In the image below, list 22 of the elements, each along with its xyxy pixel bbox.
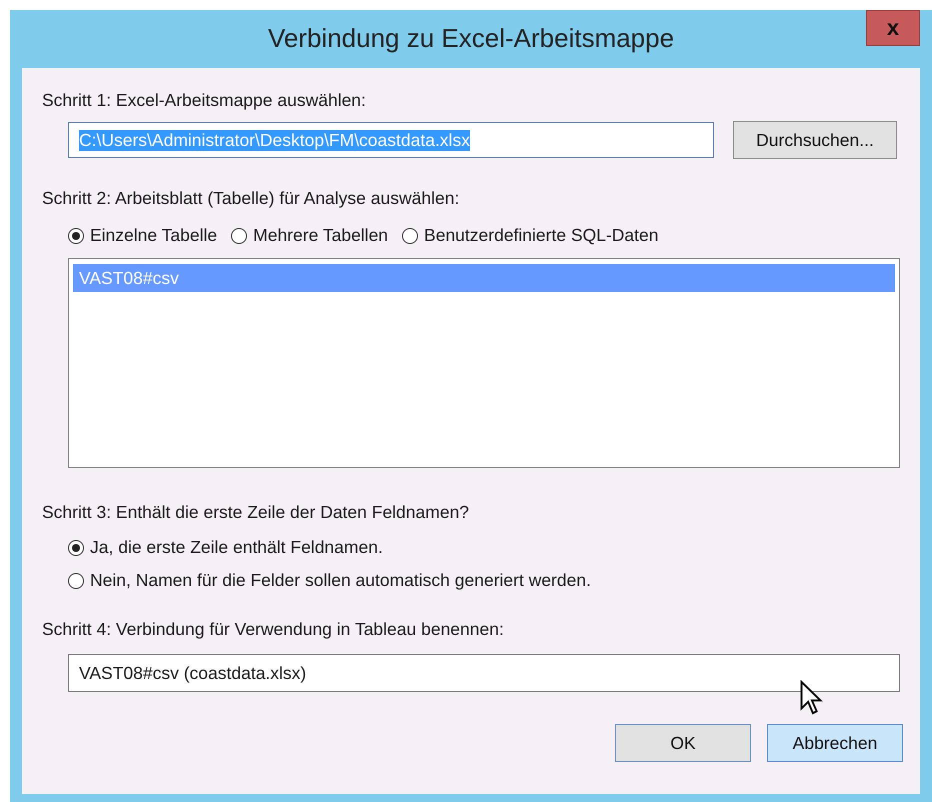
step-label: Schritt 2: Arbeitsblatt (Tabelle) für Analyse auswählen: [42, 188, 460, 209]
radio-icon[interactable] [402, 228, 418, 244]
path-text: C:\Users\Administrator\Desktop\FM\coastdata.xlsx [79, 130, 470, 150]
dialog-button[interactable]: OK [615, 724, 751, 762]
radio-option[interactable]: Mehrere Tabellen [231, 225, 388, 246]
radio-option[interactable]: Ja, die erste Zeile enthält Feldnamen. [68, 537, 920, 558]
radio-icon[interactable] [68, 572, 84, 588]
mouse-cursor-icon [799, 680, 823, 716]
radio-option[interactable]: Einzelne Tabelle [68, 225, 218, 246]
window-title: Verbindung zu Excel-Arbeitsmappe [268, 22, 674, 54]
browse-button[interactable]: Durchsuchen... [733, 121, 897, 159]
radio-icon[interactable] [68, 228, 84, 244]
step-label: Schritt 3: Enthält die erste Zeile der Daten Feldnamen? [42, 502, 470, 523]
step-label: Schritt 4: Verbindung für Verwendung in Tableau benennen: [42, 619, 504, 640]
radio-option[interactable]: Nein, Namen für die Felder sollen automatisch generiert werden. [68, 570, 920, 591]
connection-name-field[interactable]: VAST08#csv (coastdata.xlsx) [68, 654, 900, 692]
close-button[interactable]: x [866, 10, 920, 46]
step-label: Schritt 1: Excel-Arbeitsmappe auswählen: [42, 90, 366, 111]
radio-icon[interactable] [231, 228, 248, 244]
radio-icon[interactable] [68, 540, 84, 556]
dialog-button[interactable]: Abbrechen [767, 724, 903, 762]
radio-option[interactable]: Benutzerdefinierte SQL-Daten [402, 225, 658, 246]
